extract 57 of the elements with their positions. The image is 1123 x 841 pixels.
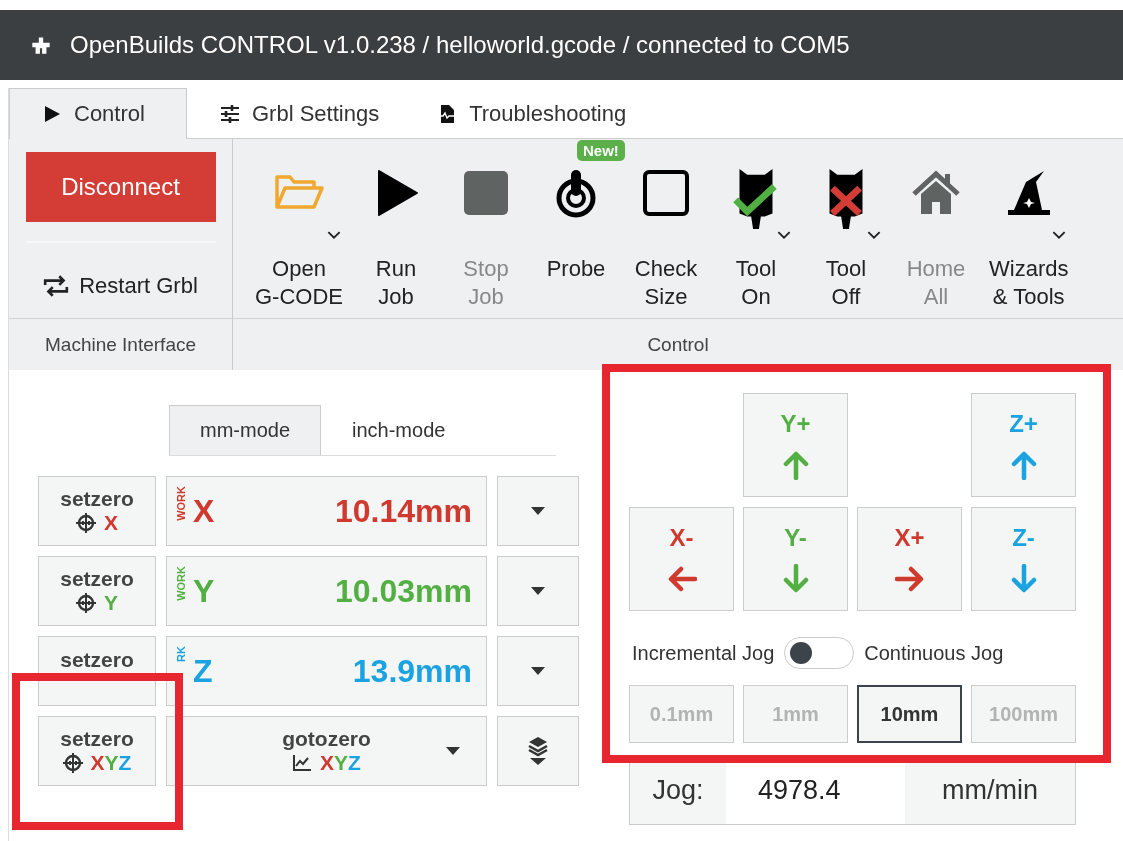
axis-name: Z — [193, 652, 213, 690]
work-label: WORK — [175, 566, 187, 601]
position-value: 13.9mm — [352, 652, 472, 690]
crosshair-icon — [62, 753, 83, 773]
group-label: Control — [647, 333, 709, 356]
setzero-button[interactable]: setzero X — [38, 476, 156, 546]
toolbar-button[interactable]: Wizards & Tools — [983, 139, 1075, 311]
setzero-button[interactable]: setzero XYZ — [38, 716, 156, 786]
setzero-button[interactable]: setzero Y — [38, 556, 156, 626]
work-label: WORK — [175, 486, 187, 521]
sliders-icon — [220, 103, 240, 124]
arrow-left-icon — [666, 564, 697, 594]
tab[interactable]: Control — [9, 88, 187, 139]
axis-letter: Y — [104, 591, 118, 615]
tab[interactable]: Grbl Settings — [187, 88, 405, 138]
disconnect-button[interactable]: Disconnect — [25, 152, 216, 222]
dropdown-button[interactable] — [497, 636, 579, 706]
tab[interactable]: Troubleshooting — [404, 88, 652, 138]
window-title: OpenBuilds CONTROL v1.0.238 / helloworld.gcode / connected to COM5 — [70, 31, 850, 59]
chart-icon — [292, 753, 313, 773]
axis-name: X — [193, 492, 215, 530]
jog-button[interactable]: X+ — [857, 507, 962, 611]
caret-down-icon — [446, 747, 460, 755]
dropdown-button[interactable] — [497, 476, 579, 546]
axis-letter: X — [104, 511, 118, 535]
gotozero-button[interactable]: gotozero XYZ — [166, 716, 487, 786]
arrow-right-icon — [894, 564, 925, 594]
toolbar-button[interactable]: Tool Off — [803, 139, 889, 311]
mode-tab[interactable]: inch-mode — [321, 405, 477, 455]
toolbar-button[interactable]: Tool On — [713, 139, 799, 311]
jog-mode-toggle[interactable] — [784, 637, 855, 669]
caret-down-icon — [531, 667, 545, 675]
toggle-label: Continuous Jog — [864, 641, 1004, 665]
position-value: 10.03mm — [335, 572, 472, 610]
layers-icon — [528, 736, 548, 766]
dropdown-button[interactable] — [497, 556, 579, 626]
work-label: RK — [175, 646, 187, 662]
square-icon — [641, 167, 691, 219]
caret-down-icon — [531, 507, 545, 515]
toggle-label: Incremental Jog — [632, 641, 775, 665]
mode-tab[interactable]: mm-mode — [169, 405, 321, 455]
step-button[interactable]: 10mm — [857, 685, 962, 743]
axis-name: Y — [193, 572, 215, 610]
toolbar-button[interactable]: Check Size — [623, 139, 709, 311]
jog-button[interactable]: X- — [629, 507, 734, 611]
position-value: 10.14mm — [335, 492, 472, 530]
layers-button[interactable] — [497, 716, 579, 786]
crosshair-icon — [76, 593, 96, 613]
crosshair-icon — [76, 513, 96, 533]
caret-down-icon — [531, 587, 545, 595]
restart-button[interactable]: Restart Grbl — [41, 269, 200, 303]
repeat-icon — [43, 275, 70, 297]
new-badge: New! — [577, 140, 625, 161]
toolbar-button[interactable]: Run Job — [353, 139, 439, 311]
group-label: Machine Interface — [45, 333, 196, 356]
play-icon — [42, 104, 62, 124]
toolbar-button[interactable]: Open G-CODE — [249, 139, 349, 311]
